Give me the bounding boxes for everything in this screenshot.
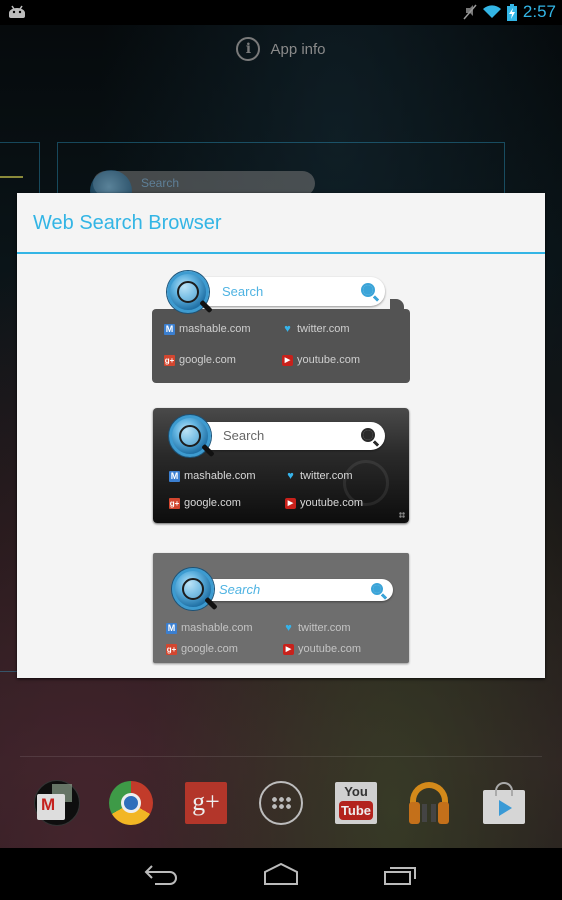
chrome-center [121,793,141,813]
dock-app-google-folder[interactable]: M [34,780,80,826]
mute-icon [463,4,477,20]
headphone-right [438,802,449,824]
twitter-icon: ♥ [284,323,291,335]
youtube-glyph-bottom: Tube [339,801,373,820]
status-bar: 2:57 [0,0,562,25]
battery-charging-icon [506,3,517,21]
globe-search-icon [167,271,213,314]
resize-handle-icon [399,512,405,518]
link-label: twitter.com [300,470,353,482]
clock: 2:57 [522,2,556,21]
youtube-icon: ▶ [283,643,294,655]
link-label: youtube.com [300,497,363,509]
link-label: youtube.com [297,354,360,366]
link-label: google.com [184,497,241,509]
navigation-bar [0,848,562,900]
widget-option-3[interactable]: Search Mmashable.com ♥ twitter.com g+ goog… [153,553,409,663]
wifi-icon [482,5,501,19]
headphone-bar [431,804,436,822]
widget-option-2[interactable]: Search Mmashable.com ♥ twitter.com g+ goog… [153,408,409,523]
google-plus-icon: g+ [169,497,180,509]
play-triangle [499,800,512,816]
dock-divider [20,756,542,757]
dialog-title: Web Search Browser [17,193,545,254]
link-label: mashable.com [184,470,256,482]
gmail-m: M [41,795,56,814]
link-twitter[interactable]: ♥ twitter.com [282,323,350,335]
background-search-placeholder: Search [141,176,180,190]
link-youtube[interactable]: ▶ youtube.com [285,497,363,509]
background-widget-bar [0,176,23,178]
link-google[interactable]: g+ google.com [166,643,238,655]
dock-app-google-plus[interactable]: g+ [183,780,229,826]
youtube-icon: ▶ [282,354,293,366]
link-google[interactable]: g+ google.com [164,354,236,366]
link-label: google.com [181,643,238,655]
dock-app-youtube[interactable]: You Tube [333,780,379,826]
mashable-icon: M [164,323,175,335]
link-google[interactable]: g+ google.com [169,497,241,509]
search-placeholder: Search [222,284,264,299]
google-plus-app-icon: g+ [185,782,227,824]
link-label: mashable.com [179,323,251,335]
home-button[interactable] [263,862,299,886]
dock-app-drawer[interactable] [258,780,304,826]
link-label: youtube.com [298,643,361,655]
dock-app-play-store[interactable] [481,780,527,826]
recents-button[interactable] [383,862,419,886]
youtube-icon: ▶ [285,497,296,509]
dock-app-chrome[interactable] [108,780,154,826]
app-drawer-dots [271,796,291,810]
link-mashable[interactable]: Mmashable.com [166,622,253,634]
google-plus-icon: g+ [164,354,175,366]
app-info-label: App info [270,40,326,58]
link-twitter[interactable]: ♥ twitter.com [285,470,353,482]
headphone-bar [422,804,427,822]
back-button[interactable] [143,862,179,886]
search-bar: Search [182,277,385,306]
dock-app-play-music[interactable] [406,780,452,826]
search-icon [361,283,375,297]
google-plus-icon: g+ [166,643,177,655]
mashable-icon: M [169,470,180,482]
bag-handle [495,782,513,796]
link-mashable[interactable]: Mmashable.com [164,323,251,335]
link-youtube[interactable]: ▶ youtube.com [282,354,360,366]
youtube-glyph-top: You [344,784,368,799]
twitter-icon: ♥ [287,470,294,482]
widget-style-dialog: Web Search Browser Search Mmashable.com … [17,193,545,678]
info-icon: i [236,37,261,61]
widget-option-1[interactable]: Search Mmashable.com ♥ twitter.com g+ goog… [152,271,410,383]
link-twitter[interactable]: ♥ twitter.com [283,622,351,634]
link-mashable[interactable]: Mmashable.com [169,470,256,482]
link-label: mashable.com [181,622,253,634]
link-label: twitter.com [297,323,350,335]
mashable-icon: M [166,622,177,634]
link-label: twitter.com [298,622,351,634]
headphone-left [409,802,420,824]
link-youtube[interactable]: ▶ youtube.com [283,643,361,655]
twitter-icon: ♥ [285,622,292,634]
app-info-drop-target[interactable]: i App info [0,35,562,63]
link-label: google.com [179,354,236,366]
android-debug-icon [9,5,25,18]
